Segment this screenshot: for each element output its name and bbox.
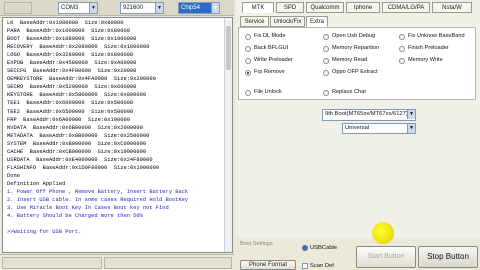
- checkbox-icon: [302, 263, 308, 269]
- sub-tab-unlock-fix[interactable]: Unlock/Fix: [270, 16, 305, 27]
- radio-icon: [399, 34, 405, 40]
- log-lines: LK BaseAddr:0x1080000 Size:0x80000 PARA B…: [3, 18, 232, 236]
- log-output[interactable]: LK BaseAddr:0x1080000 Size:0x80000 PARA B…: [2, 17, 233, 253]
- log-line: 4. Battery Should be Charged more then 5…: [7, 213, 143, 220]
- main-tab-spd[interactable]: SPD: [276, 2, 304, 13]
- radio-icon: [323, 70, 329, 76]
- log-line: TEE1 BaseAddr:0x6000000 Size:0x500000: [7, 100, 134, 107]
- toolbar-spacer: [4, 2, 32, 14]
- log-line: SYSTEM BaseAddr:0xB000000 Size:0xC000000…: [7, 140, 147, 147]
- right-panel: MTK SPD Qualcomm Iphone CDMA/LG/PA Nsta/W Ser…: [236, 0, 480, 270]
- radio-icon: [245, 70, 251, 76]
- option-memory-write[interactable]: Memory Write: [399, 56, 443, 65]
- sub-tabs: Service Unlock/Fix Extra: [236, 15, 480, 27]
- log-line: >>Waiting for USB Port.: [7, 229, 82, 236]
- main-tab-iphone[interactable]: Iphone: [346, 2, 380, 13]
- radio-icon: [323, 46, 329, 52]
- stop-button[interactable]: Stop Button: [418, 246, 478, 268]
- log-line: BOOT BaseAddr:0x1080000 Size:0x1000000: [7, 36, 137, 43]
- option-open-usb-debug[interactable]: Open Usb Debug: [323, 32, 375, 41]
- log-line: FRP BaseAddr:0x6A00000 Size:0x100000: [7, 116, 130, 123]
- chevron-down-icon: ▼: [155, 3, 163, 13]
- log-line: TEE2 BaseAddr:0x6500000 Size:0x500000: [7, 108, 134, 115]
- log-line: EXPDB BaseAddr:0x4580000 Size:0xA00000: [7, 60, 137, 67]
- radio-icon: [323, 90, 329, 96]
- log-line: NVDATA BaseAddr:0x6B00000 Size:0x2000000: [7, 124, 143, 131]
- chevron-down-icon: ▼: [211, 3, 219, 13]
- option-finish-preloader[interactable]: Finish Preloader: [399, 44, 449, 53]
- cursor-highlight-icon: [372, 222, 394, 244]
- usb-cable-radio[interactable]: USBCable: [302, 244, 337, 252]
- main-tab-nsta-w[interactable]: Nsta/W: [432, 2, 472, 13]
- radio-icon: [399, 46, 405, 52]
- radio-icon: [245, 90, 251, 96]
- log-line: METADATA BaseAddr:0x8B00000 Size:0x25000…: [7, 132, 150, 139]
- log-line: 3. Use Miracle Boot Key In Cases Boot ke…: [7, 205, 169, 212]
- baud-combo[interactable]: 921600 ▼: [120, 2, 164, 14]
- radio-icon: [245, 58, 251, 64]
- chevron-down-icon: ▼: [407, 110, 415, 119]
- log-line: SECRO BaseAddr:0x5200000 Size:0x600000: [7, 84, 137, 91]
- chevron-down-icon: ▼: [407, 124, 415, 133]
- log-line: RECOVERY BaseAddr:0x2080000 Size:0x10000…: [7, 44, 150, 51]
- scroll-thumb[interactable]: [226, 26, 231, 70]
- scan-def-checkbox[interactable]: Scan Def: [302, 262, 334, 270]
- main-tab-mtk[interactable]: MTK: [242, 2, 274, 13]
- app-window: COM3 ▼ 921600 ▼ Chip54 ▼ LK BaseAddr:0x1…: [0, 0, 480, 270]
- log-scrollbar[interactable]: [224, 18, 232, 252]
- log-line: 2. Insert USB cable. In some cases Requi…: [7, 197, 189, 204]
- sub-tab-extra[interactable]: Extra: [306, 16, 328, 27]
- group-caption: Boot Settings: [240, 241, 273, 247]
- status-bar: [0, 254, 234, 270]
- chevron-down-icon: ▼: [89, 3, 97, 13]
- option-back-bflgui[interactable]: Back BFLGUI: [245, 44, 288, 53]
- top-toolbar: COM3 ▼ 921600 ▼ Chip54 ▼: [0, 0, 234, 16]
- bottom-bar: Boot Settings USBCable Phone Format Scan…: [236, 238, 480, 270]
- main-tab-qualcomm[interactable]: Qualcomm: [306, 2, 344, 13]
- log-line: LK BaseAddr:0x1080000 Size:0x80000: [7, 20, 124, 26]
- option-frp-remove[interactable]: Frp Remove: [245, 68, 285, 77]
- log-line: Done: [7, 172, 20, 179]
- option-oppo-ofp-extract[interactable]: Oppo OFP Extract: [323, 68, 378, 77]
- radio-icon: [245, 46, 251, 52]
- status-segment: [104, 257, 232, 269]
- extra-options-panel: Fix DL Mode Open Usb Debug Fix Unknow Base…: [238, 27, 476, 100]
- sub-tab-service[interactable]: Service: [240, 16, 269, 27]
- chip-select[interactable]: 9th Boot(MT65xx/MT67xx/6127) ▼: [322, 109, 416, 121]
- log-line: SECCFG BaseAddr:0x4F80000 Size:0x20000: [7, 68, 137, 75]
- radio-icon: [302, 245, 308, 251]
- log-line: USRDATA BaseAddr:0xE4000000 Size:0x24F80…: [7, 156, 153, 163]
- option-replace-char[interactable]: Replace Char: [323, 88, 366, 97]
- start-button[interactable]: Start Button: [356, 246, 416, 268]
- settings-panel: 9th Boot(MT65xx/MT67xx/6127) ▼ Universal…: [238, 102, 476, 238]
- log-line: Definition Applied: [7, 180, 66, 187]
- type-select[interactable]: Universal ▼: [342, 123, 416, 134]
- radio-icon: [245, 34, 251, 40]
- radio-icon: [399, 58, 405, 64]
- log-line: 1. Power Off Phone , Remove Battery, Ins…: [7, 188, 189, 195]
- option-file-unlock[interactable]: File Unlock: [245, 88, 282, 97]
- radio-icon: [323, 58, 329, 64]
- radio-icon: [323, 34, 329, 40]
- option-fix-unknow-baseband[interactable]: Fix Unknow BaseBand: [399, 32, 465, 41]
- status-segment: [2, 257, 102, 269]
- phone-format-button[interactable]: Phone Format: [240, 260, 296, 270]
- main-tab-cdma-lg-pa[interactable]: CDMA/LG/PA: [382, 2, 430, 13]
- log-line: PARA BaseAddr:0x1000000 Size:0x80000: [7, 28, 130, 35]
- log-line: FLASHINFO BaseAddr:0x1D0F80000 Size:0x10…: [7, 164, 160, 171]
- option-fix-dl-mode[interactable]: Fix DL Mode: [245, 32, 286, 41]
- option-memory-reparition[interactable]: Memory Reparition: [323, 44, 379, 53]
- option-memory-read[interactable]: Memory Read: [323, 56, 367, 65]
- log-line: LOGO BaseAddr:0x3280000 Size:0x800000: [7, 52, 134, 59]
- port-combo[interactable]: COM3 ▼: [58, 2, 98, 14]
- log-line: OEMKEYSTORE BaseAddr:0x4FA0000 Size:0x20…: [7, 76, 156, 83]
- mode-combo[interactable]: Chip54 ▼: [178, 2, 220, 14]
- option-write-preloader[interactable]: Write Preloader: [245, 56, 293, 65]
- log-line: CACHE BaseAddr:0xCB000000 Size:0x1900000…: [7, 148, 147, 155]
- log-line: KEYSTORE BaseAddr:0x5800000 Size:0x80000…: [7, 92, 147, 99]
